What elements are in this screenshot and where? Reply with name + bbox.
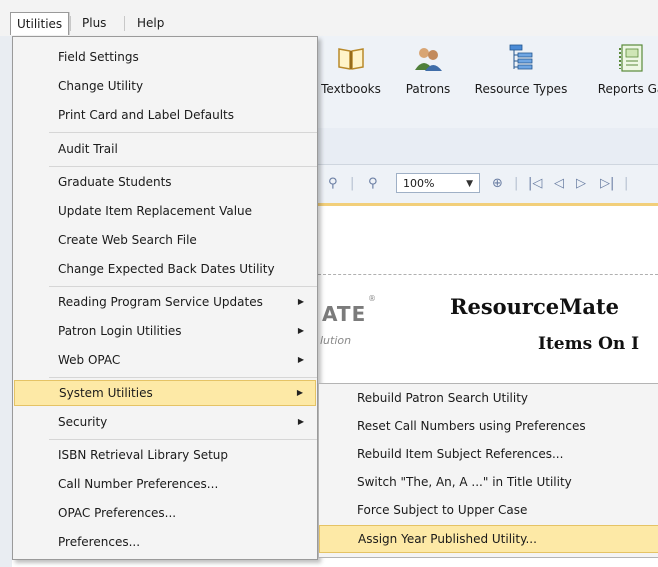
- zoom-in-icon[interactable]: ⚲: [328, 176, 338, 191]
- last-page-icon[interactable]: ▷|: [600, 176, 614, 191]
- report-viewer-toolbar: ⚲ | ⚲ 100% ▼ ⊕ | |◁ ◁ ▷ ▷| |: [318, 165, 658, 206]
- logo-tagline: lution: [320, 334, 352, 347]
- submenu-arrow-icon: ▶: [297, 297, 304, 306]
- system-utilities-submenu: Rebuild Patron Search Utility Reset Call…: [318, 383, 658, 558]
- menu-plus[interactable]: Plus: [76, 12, 112, 34]
- menu-item-label: Security: [58, 415, 108, 429]
- utilities-dropdown: Field Settings Change Utility Print Card…: [12, 36, 318, 560]
- menu-item-patron-login-utilities[interactable]: Patron Login Utilities ▶: [14, 318, 316, 344]
- menu-separator: [70, 16, 71, 31]
- menu-bar: Utilities Plus Help: [0, 0, 658, 37]
- menu-utilities[interactable]: Utilities: [10, 12, 70, 35]
- zoom-in-icon[interactable]: ⊕: [492, 176, 503, 191]
- submenu-arrow-icon: ▶: [296, 388, 303, 397]
- next-page-icon[interactable]: ▷: [576, 176, 586, 191]
- zoom-out-icon[interactable]: ⚲: [368, 176, 378, 191]
- submenu-item-reset-call-numbers[interactable]: Reset Call Numbers using Preferences: [319, 412, 658, 440]
- textbooks-button[interactable]: Textbooks: [316, 44, 386, 96]
- menu-separator: [49, 439, 317, 440]
- submenu-item-switch-title-articles[interactable]: Switch "The, An, A ..." in Title Utility: [319, 468, 658, 496]
- menu-item-update-item-replacement-value[interactable]: Update Item Replacement Value: [14, 198, 316, 224]
- menu-item-change-utility[interactable]: Change Utility: [14, 73, 316, 99]
- toolbar-separator: |: [350, 176, 355, 191]
- submenu-arrow-icon: ▶: [297, 417, 304, 426]
- patrons-label: Patrons: [405, 82, 451, 96]
- previous-page-icon[interactable]: ◁: [554, 176, 564, 191]
- reports-gallery-label: Reports Ga: [597, 82, 658, 96]
- submenu-item-assign-year-published[interactable]: Assign Year Published Utility...: [319, 525, 658, 553]
- registered-mark: ®: [368, 294, 376, 303]
- menu-separator: [49, 166, 317, 167]
- textbooks-label: Textbooks: [321, 82, 381, 96]
- report-icon: [616, 44, 646, 72]
- logo-text: ATE: [322, 302, 367, 326]
- menu-item-create-web-search-file[interactable]: Create Web Search File: [14, 227, 316, 253]
- menu-item-label: Patron Login Utilities: [58, 324, 182, 338]
- zoom-value: 100%: [403, 177, 435, 190]
- submenu-item-force-subject-upper-case[interactable]: Force Subject to Upper Case: [319, 496, 658, 524]
- resource-types-button[interactable]: Resource Types: [466, 44, 576, 96]
- menu-item-security[interactable]: Security ▶: [14, 409, 316, 435]
- menu-separator: [49, 377, 317, 378]
- menu-item-label: Reading Program Service Updates: [58, 295, 263, 309]
- menu-separator: [49, 286, 317, 287]
- submenu-arrow-icon: ▶: [297, 326, 304, 335]
- toolbar-separator: |: [624, 176, 629, 191]
- menu-item-web-opac[interactable]: Web OPAC ▶: [14, 347, 316, 373]
- book-icon: [336, 44, 366, 72]
- menu-item-change-expected-back-dates[interactable]: Change Expected Back Dates Utility: [14, 256, 316, 282]
- submenu-item-rebuild-patron-search[interactable]: Rebuild Patron Search Utility: [319, 384, 658, 412]
- menu-separator: [124, 16, 125, 31]
- left-panel-edge: [0, 36, 12, 567]
- chevron-down-icon: ▼: [466, 179, 473, 189]
- menu-item-opac-preferences[interactable]: OPAC Preferences...: [14, 500, 316, 526]
- ribbon: Textbooks Patrons Resource Types Reports…: [318, 36, 658, 129]
- hierarchy-icon: [506, 44, 536, 72]
- zoom-select[interactable]: 100% ▼: [396, 173, 480, 193]
- menu-item-reading-program-service-updates[interactable]: Reading Program Service Updates ▶: [14, 289, 316, 315]
- page-margin-line: [318, 274, 658, 275]
- menu-item-label: Web OPAC: [58, 353, 121, 367]
- resource-types-label: Resource Types: [474, 82, 568, 96]
- menu-item-system-utilities[interactable]: System Utilities ▶: [14, 380, 316, 406]
- menu-item-isbn-retrieval-library-setup[interactable]: ISBN Retrieval Library Setup: [14, 442, 316, 468]
- patrons-button[interactable]: Patrons: [400, 44, 456, 96]
- menu-item-label: System Utilities: [59, 386, 153, 400]
- reports-gallery-button[interactable]: Reports Ga: [586, 44, 658, 96]
- menu-item-preferences[interactable]: Preferences...: [14, 529, 316, 555]
- first-page-icon[interactable]: |◁: [528, 176, 542, 191]
- people-icon: [413, 44, 443, 72]
- submenu-item-rebuild-item-subject-references[interactable]: Rebuild Item Subject References...: [319, 440, 658, 468]
- submenu-arrow-icon: ▶: [297, 355, 304, 364]
- menu-help[interactable]: Help: [131, 12, 170, 34]
- toolbar-separator: |: [514, 176, 519, 191]
- menu-item-graduate-students[interactable]: Graduate Students: [14, 169, 316, 195]
- menu-item-call-number-preferences[interactable]: Call Number Preferences...: [14, 471, 316, 497]
- menu-item-print-card-label-defaults[interactable]: Print Card and Label Defaults: [14, 102, 316, 128]
- menu-separator: [49, 132, 317, 133]
- report-subtitle: Items On I: [538, 334, 640, 354]
- menu-item-audit-trail[interactable]: Audit Trail: [14, 136, 316, 162]
- report-title: ResourceMate: [450, 294, 620, 319]
- menu-item-field-settings[interactable]: Field Settings: [14, 44, 316, 70]
- secondary-bar: [318, 128, 658, 165]
